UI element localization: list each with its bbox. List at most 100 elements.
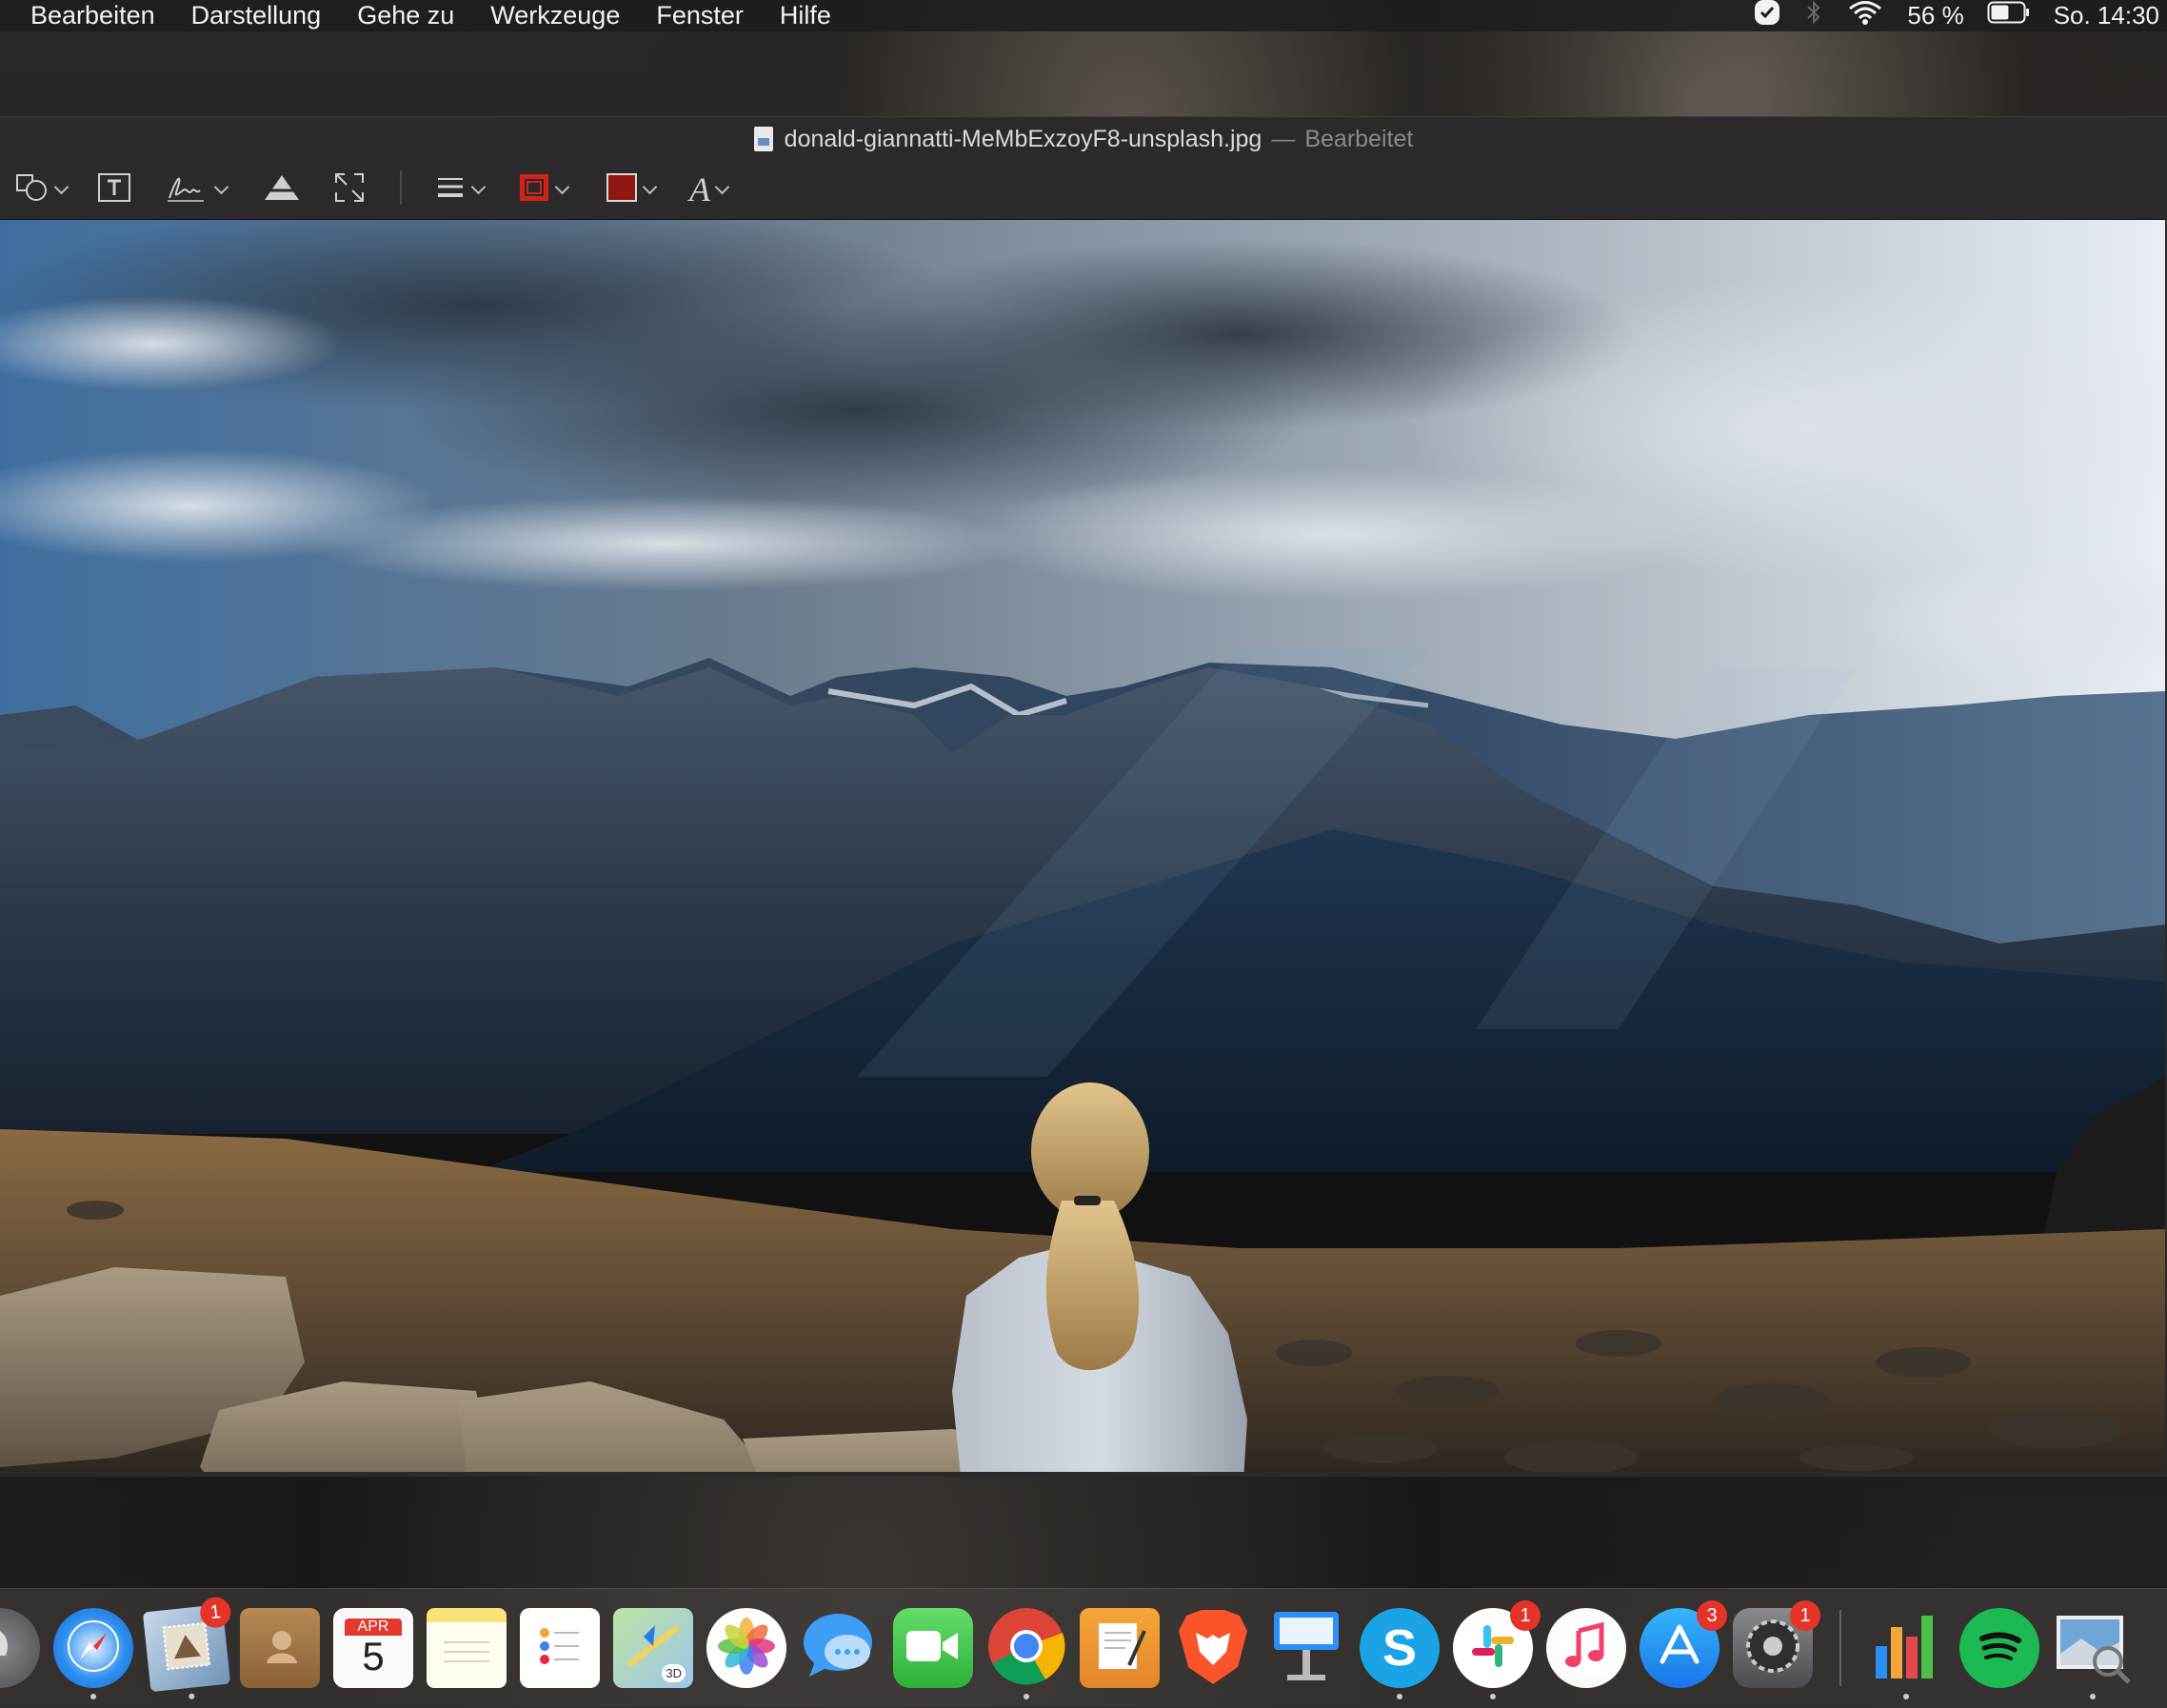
adjust-color-button[interactable]	[261, 172, 303, 207]
dock-mail[interactable]: 1	[142, 1596, 232, 1700]
shapes-icon	[15, 172, 50, 208]
contacts-book-icon	[253, 1619, 307, 1678]
text-style-icon: A	[689, 170, 710, 209]
chevron-down-icon	[213, 179, 229, 194]
markup-toolbar: A	[0, 161, 2167, 218]
chevron-down-icon	[470, 179, 487, 194]
dock-brave[interactable]	[1173, 1608, 1253, 1688]
dock-facetime[interactable]	[893, 1608, 973, 1688]
wifi-icon[interactable]	[1846, 0, 1884, 33]
shapes-tool-button[interactable]	[15, 172, 70, 208]
chevron-down-icon	[642, 179, 658, 194]
battery-icon[interactable]	[1987, 0, 2031, 31]
skype-letter: S	[1382, 1619, 1418, 1677]
notification-badge: 1	[1790, 1600, 1820, 1631]
rocket-icon	[0, 1627, 19, 1670]
dock-messages[interactable]	[800, 1608, 880, 1688]
resize-icon	[333, 171, 366, 209]
menu-list: Bearbeiten Darstellung Gehe zu Werkzeuge…	[30, 1, 867, 30]
spotify-icon	[1971, 1618, 2028, 1679]
dock-spotify[interactable]	[1959, 1608, 2039, 1688]
dock-system-preferences[interactable]: 1	[1733, 1600, 1820, 1688]
dock-reminders[interactable]	[520, 1608, 600, 1688]
image-canvas[interactable]	[0, 219, 2165, 1472]
text-tool-button[interactable]	[97, 172, 131, 207]
text-box-icon	[97, 172, 131, 208]
chrome-icon	[986, 1606, 1066, 1691]
speech-bubble-icon	[800, 1606, 880, 1691]
text-style-button[interactable]: A	[689, 170, 730, 209]
chevron-down-icon	[554, 179, 570, 194]
bluetooth-icon[interactable]	[1804, 0, 1823, 33]
dock-app-store[interactable]: 3	[1640, 1600, 1727, 1688]
line-style-button[interactable]	[436, 172, 487, 207]
brave-lion-icon	[1175, 1606, 1251, 1691]
chevron-down-icon	[714, 179, 730, 194]
dock-photos[interactable]	[706, 1608, 786, 1688]
slack-hash-icon	[1466, 1619, 1520, 1678]
maps-3d-badge: 3D	[662, 1664, 686, 1682]
keynote-podium-icon	[1268, 1606, 1344, 1691]
notes-lines-icon	[438, 1618, 495, 1679]
dock-notes[interactable]	[427, 1608, 507, 1688]
status-area: 56 % So. 14:30	[1753, 0, 2159, 31]
dock-calendar[interactable]: APR 5	[333, 1608, 413, 1688]
chevron-down-icon	[53, 179, 70, 194]
dock: 1 APR 5 3D S 1 3 1	[0, 1588, 2167, 1708]
dock-maps[interactable]: 3D	[613, 1608, 693, 1688]
dock-skype[interactable]: S	[1360, 1608, 1440, 1699]
border-color-button[interactable]	[518, 172, 570, 207]
compass-icon	[65, 1618, 122, 1679]
line-style-icon	[436, 173, 467, 207]
video-camera-icon	[905, 1625, 962, 1672]
title-separator: —	[1271, 125, 1296, 152]
dock-separator	[1839, 1610, 1841, 1686]
signature-icon	[166, 171, 209, 209]
menu-bar: Bearbeiten Darstellung Gehe zu Werkzeuge…	[0, 0, 2167, 31]
adjust-size-button[interactable]	[333, 172, 366, 207]
menu-bearbeiten[interactable]: Bearbeiten	[30, 1, 155, 30]
dock-pages[interactable]	[1080, 1608, 1160, 1688]
edit-status: Bearbeitet	[1304, 125, 1414, 152]
fill-color-button[interactable]	[606, 172, 658, 208]
dock-preview[interactable]	[2053, 1606, 2133, 1699]
preview-window: donald-giannatti-MeMbExzoyF8-unsplash.jp…	[0, 116, 2167, 1477]
landscape-photo	[0, 220, 2165, 1472]
menu-darstellung[interactable]: Darstellung	[191, 1, 322, 30]
running-indicator	[1490, 1694, 1496, 1699]
running-indicator	[2090, 1694, 2096, 1699]
photos-flower-icon	[715, 1615, 778, 1682]
notification-badge: 3	[1697, 1600, 1727, 1631]
bar-chart-icon	[1868, 1608, 1944, 1689]
dock-keynote[interactable]	[1266, 1608, 1346, 1688]
dock-slack[interactable]: 1	[1453, 1600, 1541, 1699]
checkmark-icon[interactable]	[1753, 0, 1781, 33]
menu-gehe-zu[interactable]: Gehe zu	[357, 1, 454, 30]
dock-launchpad[interactable]	[0, 1608, 40, 1688]
menu-fenster[interactable]: Fenster	[656, 1, 744, 30]
running-indicator	[189, 1693, 195, 1700]
dock-safari[interactable]	[53, 1608, 133, 1699]
signature-tool-button[interactable]	[166, 171, 229, 209]
music-note-icon	[1560, 1619, 1613, 1678]
notification-badge: 1	[1510, 1600, 1541, 1631]
window-titlebar: donald-giannatti-MeMbExzoyF8-unsplash.jp…	[0, 117, 2167, 161]
clock[interactable]: So. 14:30	[2054, 1, 2159, 30]
window-filename: donald-giannatti-MeMbExzoyF8-unsplash.jp…	[784, 125, 1262, 152]
dock-music[interactable]	[1546, 1608, 1626, 1688]
menu-werkzeuge[interactable]: Werkzeuge	[490, 1, 620, 30]
checklist-icon	[533, 1619, 586, 1678]
preview-photos-icon	[2053, 1606, 2133, 1691]
dock-numbers[interactable]	[1866, 1608, 1946, 1699]
pages-document-icon	[1091, 1618, 1148, 1679]
running-indicator	[1397, 1694, 1402, 1699]
document-icon[interactable]	[753, 127, 773, 151]
running-indicator	[1024, 1694, 1029, 1699]
fill-color-icon	[606, 172, 638, 208]
running-indicator	[90, 1694, 96, 1699]
menu-hilfe[interactable]: Hilfe	[780, 1, 831, 30]
dock-chrome[interactable]	[986, 1606, 1066, 1699]
dock-contacts[interactable]	[240, 1608, 320, 1688]
calendar-day: 5	[362, 1634, 385, 1678]
app-store-icon	[1653, 1619, 1706, 1678]
